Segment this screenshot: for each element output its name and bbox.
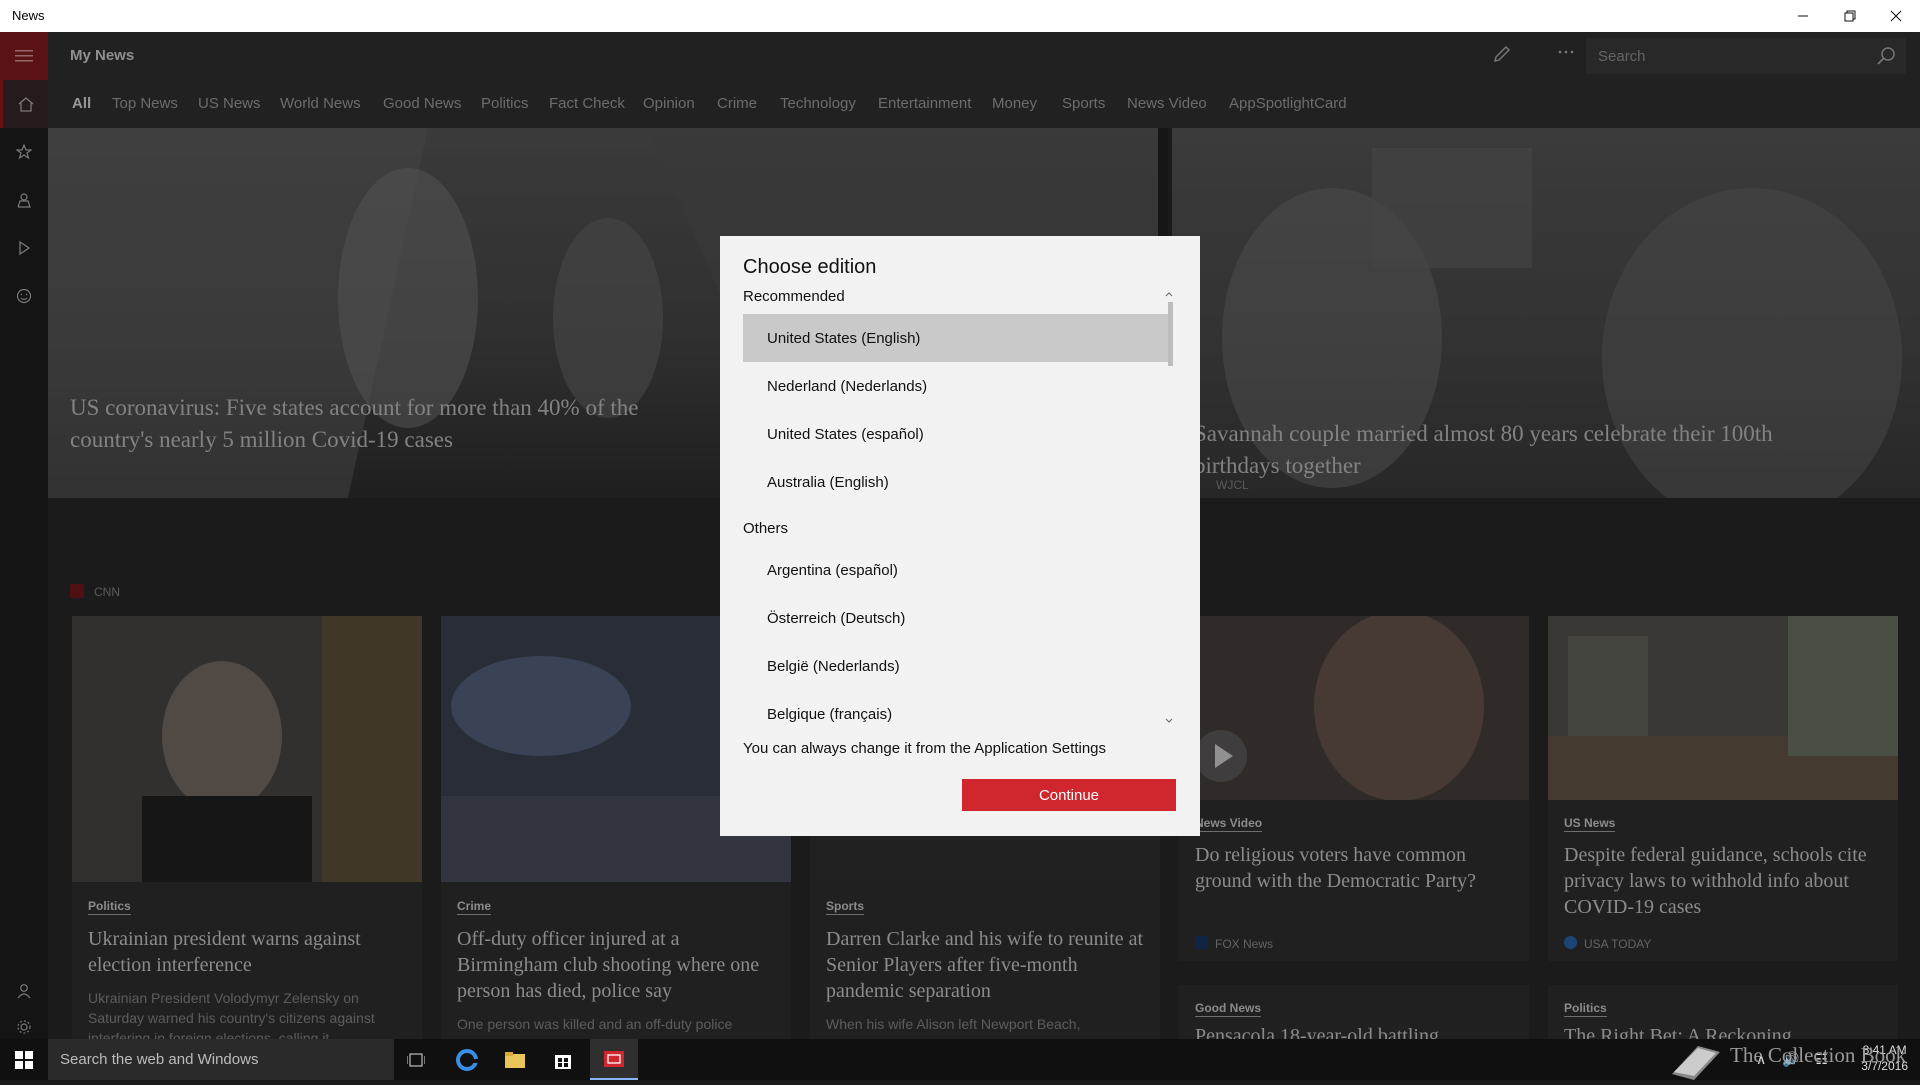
- task-view-icon: [407, 1053, 425, 1066]
- edition-option[interactable]: België (Nederlands): [743, 642, 1173, 690]
- scroll-down-button[interactable]: [1164, 715, 1174, 727]
- others-label: Others: [743, 520, 789, 537]
- edition-label: Argentina (español): [767, 561, 898, 579]
- book-icon: [1672, 1046, 1720, 1080]
- dialog-title: Choose edition: [743, 256, 877, 278]
- news-icon: [604, 1050, 624, 1067]
- edge-icon: [456, 1048, 478, 1071]
- minimize-icon: [1798, 15, 1808, 17]
- close-button[interactable]: [1873, 0, 1919, 32]
- chevron-up-icon: [1165, 292, 1173, 297]
- edition-option[interactable]: Belgique (français): [743, 690, 1173, 738]
- chevron-down-icon: [1165, 718, 1173, 723]
- edition-option[interactable]: United States (English): [743, 314, 1173, 362]
- taskbar-search-text: Search the web and Windows: [60, 1051, 259, 1068]
- watermark: The Collection Book: [1730, 1043, 1907, 1067]
- restore-icon: [1844, 10, 1856, 22]
- file-explorer-button[interactable]: [491, 1039, 539, 1080]
- edition-option[interactable]: Australia (English): [743, 458, 1173, 506]
- dialog-note: You can always change it from the Applic…: [743, 740, 1107, 757]
- book-logo: [1668, 1040, 1724, 1080]
- edition-label: Österreich (Deutsch): [767, 609, 906, 627]
- scrollbar-thumb[interactable]: [1168, 302, 1173, 366]
- choose-edition-dialog: Choose edition Recommended United States…: [720, 236, 1200, 836]
- scroll-up-button[interactable]: [1164, 288, 1174, 300]
- store-icon: [555, 1054, 571, 1069]
- edition-label: Australia (English): [767, 473, 889, 491]
- recommended-label: Recommended: [743, 288, 845, 305]
- edition-label: België (Nederlands): [767, 657, 900, 675]
- windows-icon: [15, 1050, 33, 1069]
- taskbar-search[interactable]: Search the web and Windows: [48, 1039, 394, 1080]
- continue-button[interactable]: Continue: [962, 779, 1176, 811]
- restore-button[interactable]: [1827, 0, 1873, 32]
- edition-label: United States (English): [767, 329, 921, 347]
- edition-option[interactable]: Nederland (Nederlands): [743, 362, 1173, 410]
- start-button[interactable]: [0, 1039, 48, 1080]
- edge-button[interactable]: [443, 1039, 491, 1080]
- close-icon: [1890, 10, 1902, 22]
- app-title: News: [12, 8, 45, 23]
- news-app-button[interactable]: [590, 1039, 638, 1080]
- store-button[interactable]: [539, 1039, 587, 1080]
- folder-icon: [505, 1051, 525, 1068]
- taskbar: Search the web and Windows ∧ 🔊 ☷ 8:41 AM…: [0, 1039, 1920, 1080]
- edition-option[interactable]: Argentina (español): [743, 546, 1173, 594]
- edition-option[interactable]: Österreich (Deutsch): [743, 594, 1173, 642]
- edition-option[interactable]: United States (español): [743, 410, 1173, 458]
- task-view-button[interactable]: [392, 1039, 440, 1080]
- edition-label: Belgique (français): [767, 705, 893, 723]
- edition-label: Nederland (Nederlands): [767, 377, 928, 395]
- edition-label: United States (español): [767, 425, 924, 443]
- title-bar: News: [0, 0, 1920, 32]
- minimize-button[interactable]: [1780, 0, 1826, 32]
